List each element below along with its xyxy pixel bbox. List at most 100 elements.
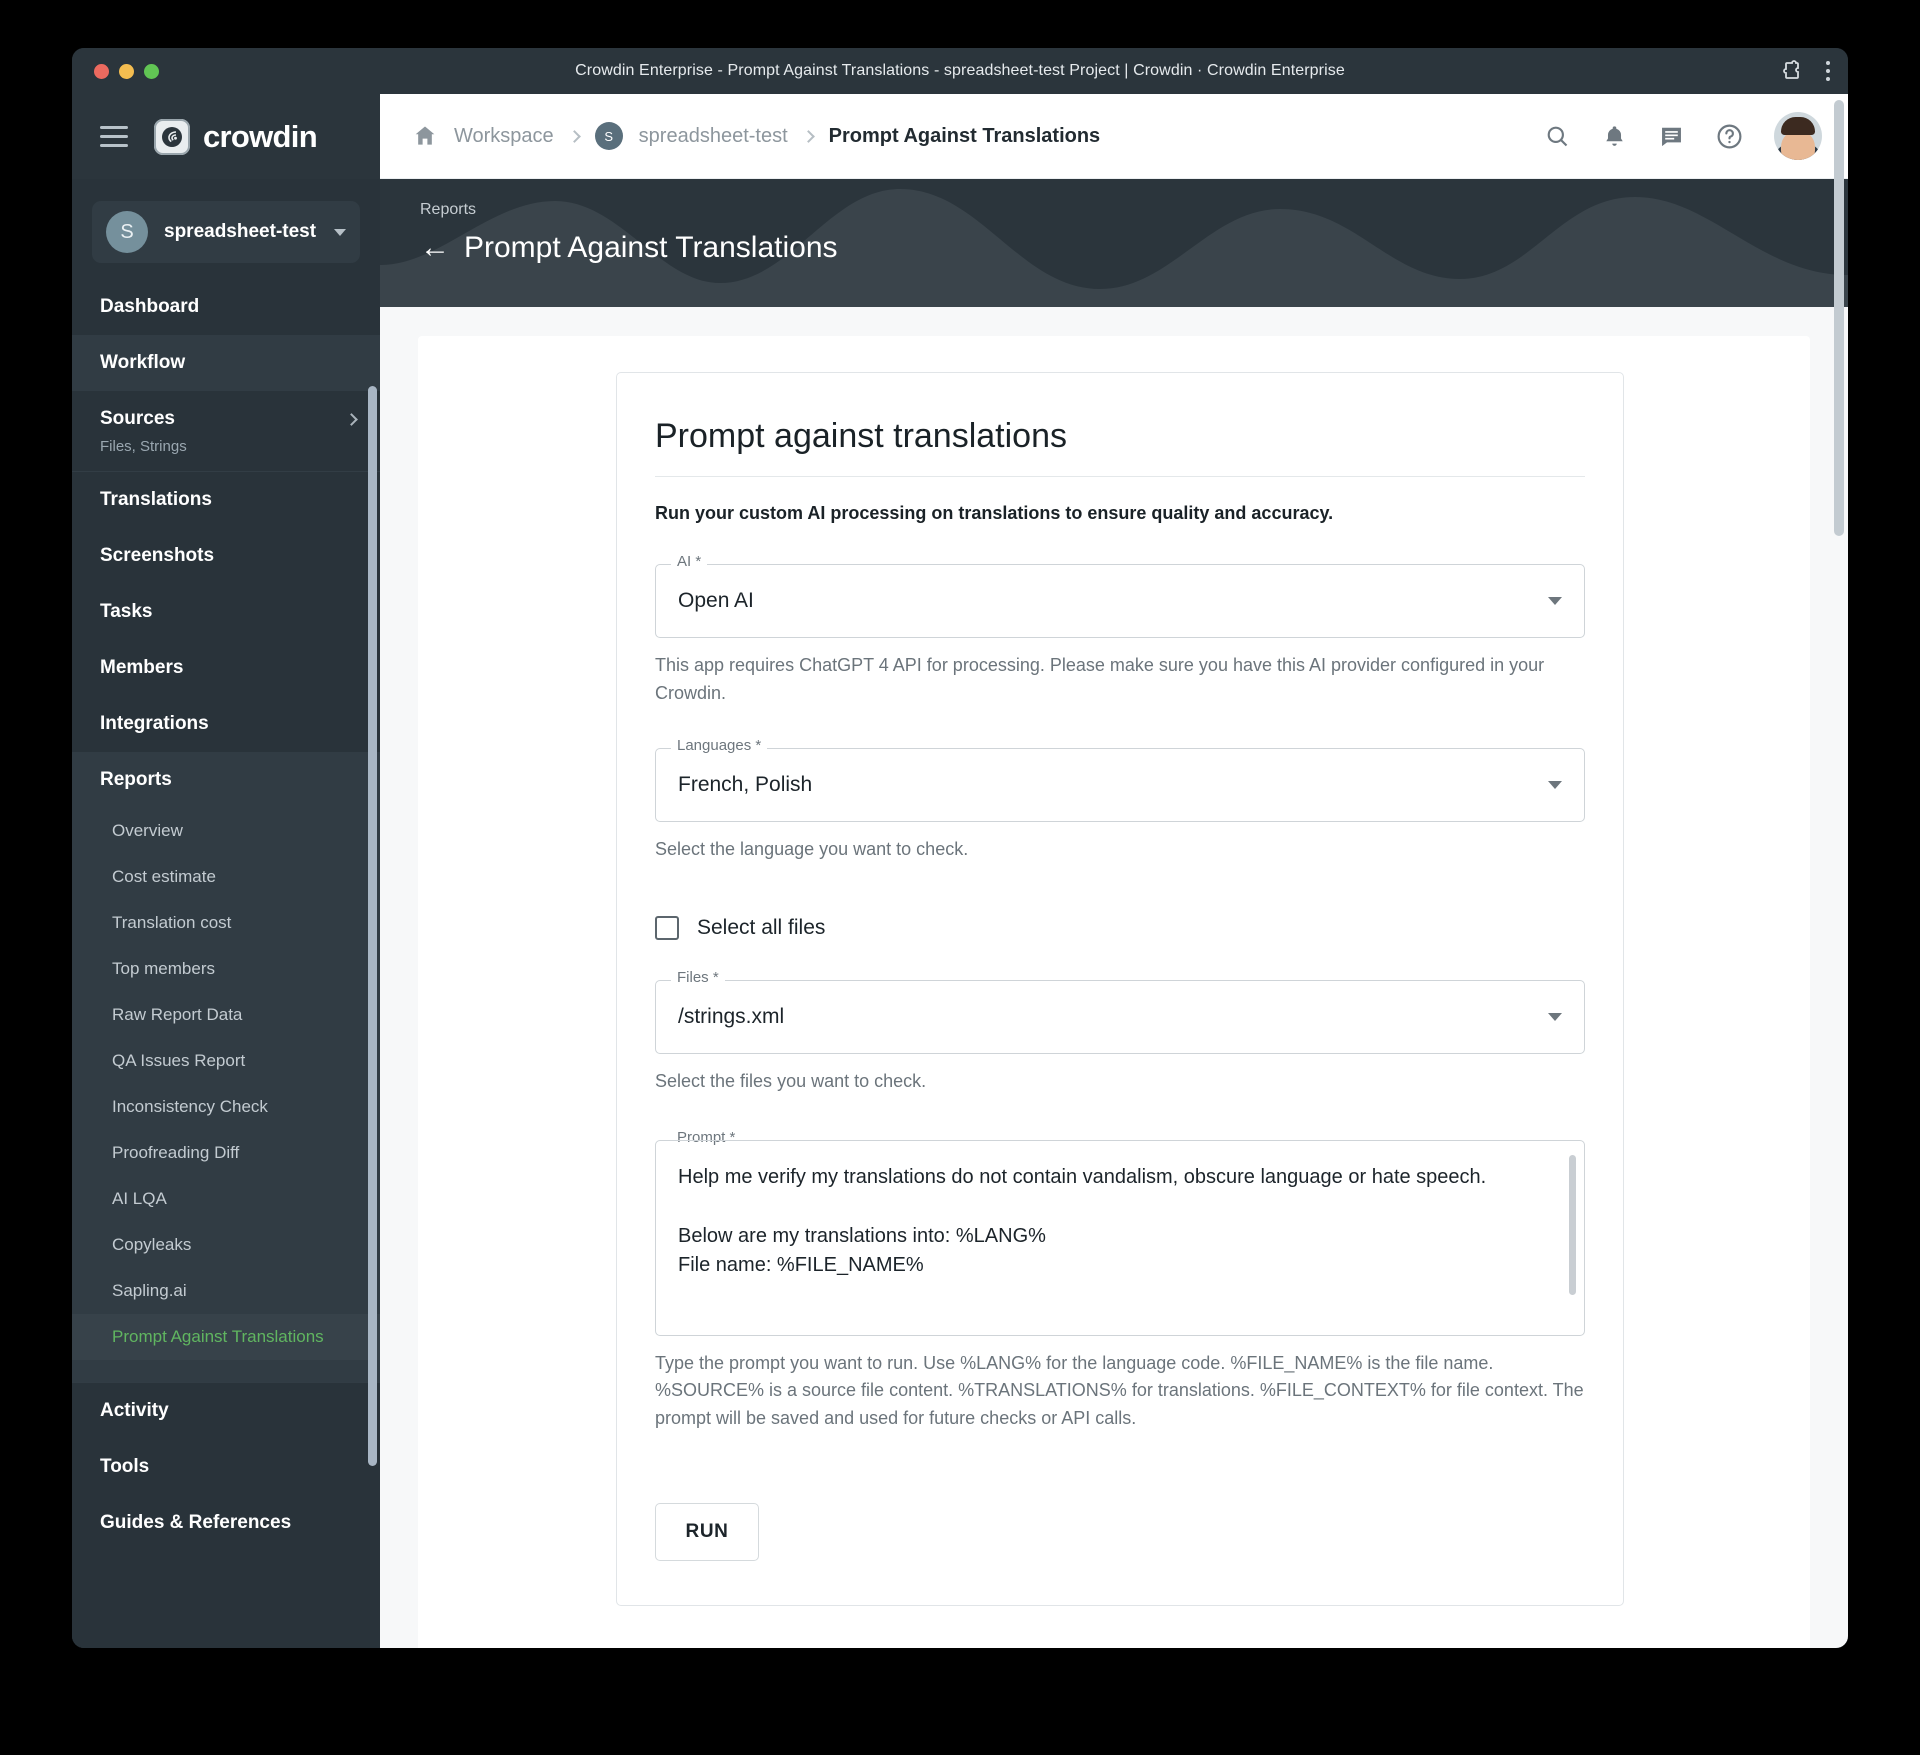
select-all-files-label: Select all files xyxy=(697,915,826,939)
breadcrumb: Workspace S spreadsheet-test Prompt Agai… xyxy=(412,122,1544,150)
browser-titlebar: Crowdin Enterprise - Prompt Against Tran… xyxy=(72,48,1848,94)
ai-select-value: Open AI xyxy=(678,589,754,612)
sidebar-subitem-translation-cost[interactable]: Translation cost xyxy=(72,900,380,946)
search-icon[interactable] xyxy=(1544,123,1571,150)
sidebar-subitem-copyleaks[interactable]: Copyleaks xyxy=(72,1222,380,1268)
sidebar-subitem-cost-estimate[interactable]: Cost estimate xyxy=(72,854,380,900)
crowdin-mark-icon xyxy=(154,118,190,155)
sidebar-item-screenshots[interactable]: Screenshots xyxy=(72,528,380,584)
bell-icon[interactable] xyxy=(1601,123,1628,150)
sidebar-subitem-raw-report-data[interactable]: Raw Report Data xyxy=(72,992,380,1038)
project-name: spreadsheet-test xyxy=(164,221,317,242)
project-avatar: S xyxy=(106,211,148,253)
files-select-value: /strings.xml xyxy=(678,1004,785,1028)
ai-field: AI * Open AI xyxy=(655,553,1585,638)
languages-select[interactable]: French, Polish xyxy=(655,747,1585,822)
sidebar-subitem-inconsistency-check[interactable]: Inconsistency Check xyxy=(72,1084,380,1130)
sidebar-item-integrations[interactable]: Integrations xyxy=(72,696,380,752)
select-all-files-checkbox[interactable] xyxy=(655,915,679,940)
languages-field: Languages * French, Polish xyxy=(655,736,1585,822)
avatar[interactable] xyxy=(1774,112,1822,160)
run-button[interactable]: RUN xyxy=(655,1503,759,1562)
project-switcher[interactable]: S spreadsheet-test xyxy=(92,201,360,263)
sidebar-subitem-ai-lqa[interactable]: AI LQA xyxy=(72,1176,380,1222)
sidebar-header: crowdin xyxy=(72,94,380,179)
sidebar-item-tasks[interactable]: Tasks xyxy=(72,584,380,640)
main-content: Workspace S spreadsheet-test Prompt Agai… xyxy=(380,94,1848,1648)
chevron-down-icon xyxy=(334,228,346,236)
sidebar-item-sources[interactable]: Sources xyxy=(72,391,380,438)
prompt-form-card: Prompt against translations Run your cus… xyxy=(616,372,1624,1607)
crowdin-logo[interactable]: crowdin xyxy=(154,118,318,155)
files-field-legend: Files * xyxy=(671,968,725,986)
sidebar-subitem-qa-issues-report[interactable]: QA Issues Report xyxy=(72,1038,380,1084)
chevron-down-icon xyxy=(1548,597,1562,605)
extensions-icon[interactable] xyxy=(1780,59,1804,83)
ai-field-help: This app requires ChatGPT 4 API for proc… xyxy=(655,655,1545,703)
browser-toolbar-right xyxy=(1780,59,1830,83)
topbar-actions xyxy=(1544,112,1822,160)
window-controls[interactable] xyxy=(94,63,159,79)
hamburger-menu-icon[interactable] xyxy=(100,126,128,147)
prompt-textarea-value: Help me verify my translations do not co… xyxy=(678,1165,1487,1277)
chevron-right-icon-2 xyxy=(801,129,815,143)
minimize-window-button[interactable] xyxy=(119,63,134,79)
sidebar-item-workflow[interactable]: Workflow xyxy=(72,335,380,391)
sidebar-nav: Dashboard Workflow Sources Files, String… xyxy=(72,279,380,1551)
page-hero: Reports ← Prompt Against Translations xyxy=(380,179,1848,307)
languages-field-help: Select the language you want to check. xyxy=(655,838,969,859)
sidebar-scrollbar[interactable] xyxy=(368,386,377,1466)
app-topbar: Workspace S spreadsheet-test Prompt Agai… xyxy=(380,94,1848,179)
browser-menu-icon[interactable] xyxy=(1826,61,1830,81)
page-viewport: crowdin S spreadsheet-test Dashboard Wor… xyxy=(72,94,1848,1648)
close-window-button[interactable] xyxy=(94,63,109,79)
window-title: Crowdin Enterprise - Prompt Against Tran… xyxy=(575,62,1345,79)
prompt-textarea[interactable]: Help me verify my translations do not co… xyxy=(655,1139,1585,1336)
back-arrow-icon[interactable]: ← xyxy=(420,233,450,263)
browser-window: Crowdin Enterprise - Prompt Against Tran… xyxy=(72,48,1848,1648)
form-title: Prompt against translations xyxy=(655,417,1585,477)
files-field: Files * /strings.xml xyxy=(655,968,1585,1054)
sidebar-item-reports[interactable]: Reports xyxy=(72,752,380,808)
chevron-right-icon xyxy=(345,412,358,426)
maximize-window-button[interactable] xyxy=(144,63,159,79)
brand-wordmark: crowdin xyxy=(203,118,318,154)
sidebar-item-guides-references[interactable]: Guides & References xyxy=(72,1495,380,1551)
sidebar-item-members[interactable]: Members xyxy=(72,640,380,696)
sidebar-item-tools[interactable]: Tools xyxy=(72,1439,380,1495)
languages-select-value: French, Polish xyxy=(678,772,813,796)
form-subtitle: Run your custom AI processing on transla… xyxy=(655,503,1334,523)
breadcrumb-current: Prompt Against Translations xyxy=(828,124,1101,147)
sidebar-item-translations[interactable]: Translations xyxy=(72,472,380,528)
sidebar-subitem-overview[interactable]: Overview xyxy=(72,808,380,854)
page-title-text: Prompt Against Translations xyxy=(464,231,838,264)
page-title: ← Prompt Against Translations xyxy=(420,231,1848,265)
languages-field-legend: Languages * xyxy=(671,736,768,754)
prompt-textarea-scrollbar[interactable] xyxy=(1569,1154,1576,1295)
sidebar-subitem-sapling-ai[interactable]: Sapling.ai xyxy=(72,1268,380,1314)
files-select[interactable]: /strings.xml xyxy=(655,979,1585,1054)
sidebar-subitem-prompt-against-translations[interactable]: Prompt Against Translations xyxy=(72,1314,380,1360)
help-icon[interactable] xyxy=(1715,122,1744,151)
sidebar-group-reports: Reports Overview Cost estimate Translati… xyxy=(72,752,380,1382)
sidebar-item-activity[interactable]: Activity xyxy=(72,1383,380,1439)
files-field-help: Select the files you want to check. xyxy=(655,1070,927,1091)
chevron-down-icon xyxy=(1548,1012,1562,1021)
select-all-files-row[interactable]: Select all files xyxy=(655,915,1585,940)
ai-select[interactable]: Open AI xyxy=(655,564,1585,638)
breadcrumb-project-badge: S xyxy=(594,122,623,150)
chat-icon[interactable] xyxy=(1658,123,1685,150)
sidebar-subitem-proofreading-diff[interactable]: Proofreading Diff xyxy=(72,1130,380,1176)
home-icon[interactable] xyxy=(412,123,438,149)
page-scrollbar[interactable] xyxy=(1834,100,1844,536)
breadcrumb-project[interactable]: spreadsheet-test xyxy=(639,125,788,148)
sidebar-subitem-top-members[interactable]: Top members xyxy=(72,946,380,992)
sidebar-item-sources-sublabel: Files, Strings xyxy=(72,438,380,471)
prompt-field: Prompt * Help me verify my translations … xyxy=(655,1128,1585,1336)
breadcrumb-workspace[interactable]: Workspace xyxy=(454,125,554,148)
ai-field-legend: AI * xyxy=(671,553,708,570)
page-kicker: Reports xyxy=(420,201,477,218)
content-pane: Prompt against translations Run your cus… xyxy=(418,336,1810,1648)
sidebar-item-dashboard[interactable]: Dashboard xyxy=(72,279,380,335)
chevron-right-icon xyxy=(567,129,581,143)
